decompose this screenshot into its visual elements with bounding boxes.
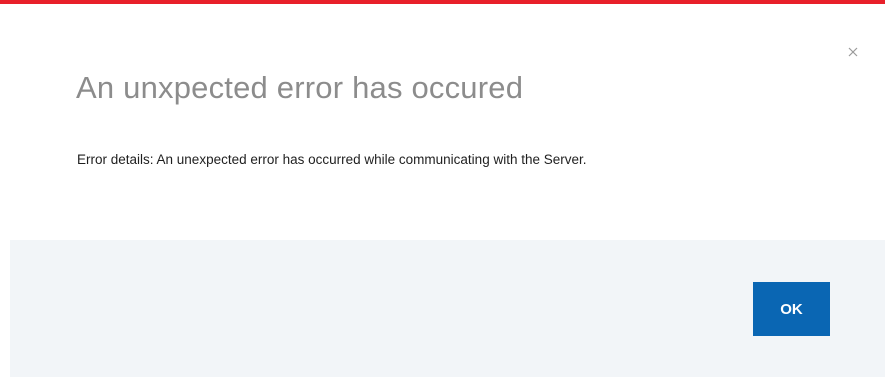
dialog-title: An unxpected error has occured bbox=[76, 70, 524, 105]
error-details-text: Error details: An unexpected error has o… bbox=[77, 152, 587, 167]
close-icon bbox=[848, 47, 858, 57]
dialog-body: An unxpected error has occured Error det… bbox=[0, 4, 885, 240]
dialog-footer: OK bbox=[10, 240, 885, 377]
ok-button[interactable]: OK bbox=[753, 282, 830, 336]
error-dialog: An unxpected error has occured Error det… bbox=[0, 0, 885, 377]
close-button[interactable] bbox=[843, 42, 863, 62]
